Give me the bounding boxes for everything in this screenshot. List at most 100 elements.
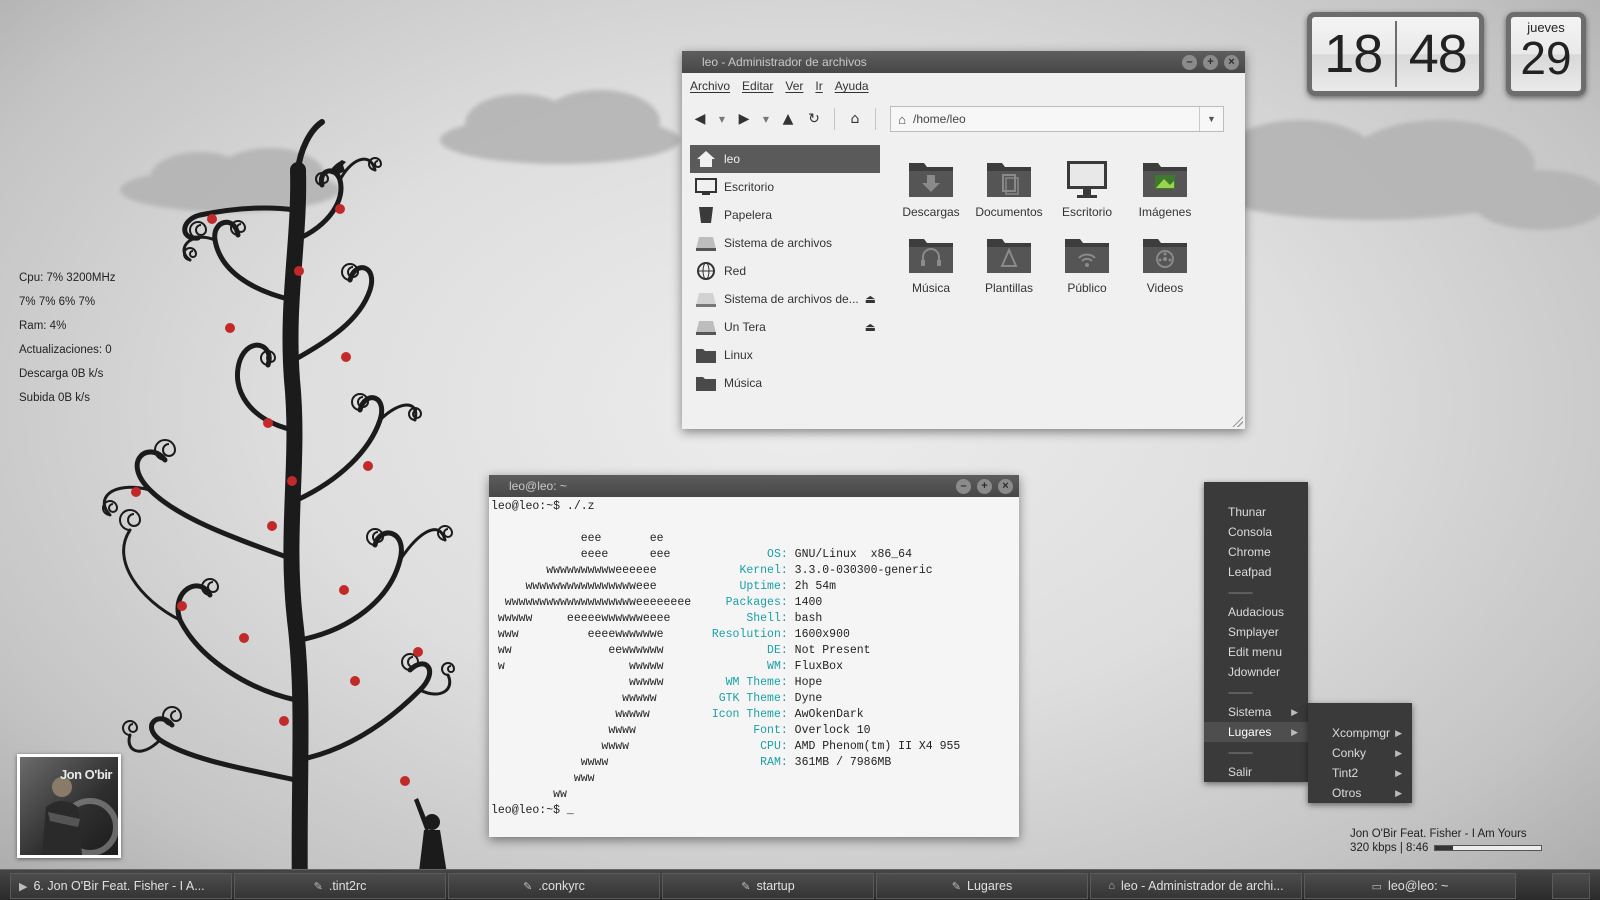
back-arrow-icon[interactable]: ◀ <box>690 109 710 129</box>
sidebar-item-label: Papelera <box>724 208 773 222</box>
terminal-titlebar[interactable]: leo@leo: ~ – + × <box>489 475 1019 497</box>
up-arrow-icon[interactable]: ▲ <box>778 109 798 129</box>
terminal-window: leo@leo: ~ – + × leo@leo:~$ ./.z eee ee … <box>489 475 1019 837</box>
ascii-art: eee ee <box>491 532 712 545</box>
now-playing-track: Jon O'Bir Feat. Fisher - I Am Yours <box>1350 828 1527 840</box>
taskbar-button[interactable]: ▭ leo@leo: ~ <box>1304 873 1516 899</box>
sysinfo-value: AwOkenDark <box>787 708 864 721</box>
folder-item-plantillas[interactable]: Plantillas <box>970 233 1048 295</box>
taskbar-button[interactable]: ✎ startup <box>662 873 874 899</box>
taskbar-button-label: .tint2rc <box>328 879 367 893</box>
sidebar-item-label: Escritorio <box>724 180 775 194</box>
folder-icon <box>694 346 718 364</box>
forward-history-chevron-icon[interactable]: ▼ <box>760 109 772 129</box>
menu-editar[interactable]: Editar <box>742 79 773 93</box>
menu-ver[interactable]: Ver <box>785 79 803 93</box>
sidebar-item-sistema-de-archivos[interactable]: Sistema de archivos <box>690 229 880 257</box>
folder-item-publico[interactable]: Público <box>1048 233 1126 295</box>
window-title: leo - Administrador de archivos <box>702 55 867 69</box>
terminal-line: wwwww GTK Theme: Dyne <box>491 692 822 705</box>
clock-hours: 18 <box>1324 24 1383 84</box>
submenu-item-xcompmgr[interactable]: Xcompmgr ▶ <box>1308 723 1412 743</box>
back-history-chevron-icon[interactable]: ▼ <box>716 109 728 129</box>
sidebar-item-papelera[interactable]: Papelera <box>690 201 880 229</box>
taskbar-button-label: startup <box>756 879 795 893</box>
menu-item-lugares[interactable]: Lugares ▶ <box>1204 722 1308 742</box>
sysinfo-key: CPU: <box>711 740 788 753</box>
eject-icon[interactable]: ⏏ <box>865 320 876 334</box>
minimize-button[interactable]: – <box>956 479 971 494</box>
taskbar-button[interactable]: ✎ Lugares <box>876 873 1088 899</box>
sysinfo-key: Icon Theme: <box>711 708 788 721</box>
clock-minutes: 48 <box>1408 24 1468 84</box>
eject-icon[interactable]: ⏏ <box>865 292 876 306</box>
folder-item-imagenes[interactable]: Imágenes <box>1126 157 1204 219</box>
menu-separator-line: -------- <box>1228 585 1253 599</box>
places-sidebar: leo Escritorio Papelera Sistema de archi… <box>690 145 880 397</box>
folder-item-documentos[interactable]: Documentos <box>970 157 1048 219</box>
submenu-item-conky[interactable]: Conky ▶ <box>1308 743 1412 763</box>
file-manager-titlebar[interactable]: leo - Administrador de archivos – + × <box>682 51 1245 73</box>
menu-item-consola[interactable]: Consola <box>1204 522 1308 542</box>
sysinfo-key: Shell: <box>711 612 788 625</box>
conky-cpu: Cpu: 7% 3200MHz <box>19 272 116 284</box>
menu-item-thunar[interactable]: Thunar <box>1204 502 1308 522</box>
menu-item-label: Tint2 <box>1332 766 1359 780</box>
menu-ir[interactable]: Ir <box>815 79 822 93</box>
sysinfo-value: Dyne <box>787 692 823 705</box>
pencil-icon: ✎ <box>523 880 533 893</box>
menu-item-salir[interactable]: Salir <box>1204 762 1308 782</box>
home-icon[interactable]: ⌂ <box>845 109 865 129</box>
sidebar-item-red[interactable]: Red <box>690 257 880 285</box>
location-dropdown-icon[interactable]: ▼ <box>1199 107 1223 131</box>
menu-item-sistema[interactable]: Sistema ▶ <box>1204 702 1308 722</box>
resize-grip[interactable] <box>1231 415 1243 427</box>
taskbar-button[interactable]: ▶ 6. Jon O'Bir Feat. Fisher - I A... <box>10 873 232 899</box>
menu-ayuda[interactable]: Ayuda <box>835 79 869 93</box>
sidebar-item-leo[interactable]: leo <box>690 145 880 173</box>
menu-item-leafpad[interactable]: Leafpad <box>1204 562 1308 582</box>
folder-item-videos[interactable]: Videos <box>1126 233 1204 295</box>
forward-arrow-icon[interactable]: ▶ <box>734 109 754 129</box>
ascii-art: wwww <box>491 740 712 753</box>
submenu-item-tint2[interactable]: Tint2 ▶ <box>1308 763 1412 783</box>
menu-item-jdownder[interactable]: Jdownder <box>1204 662 1308 682</box>
taskbar-button-label: 6. Jon O'Bir Feat. Fisher - I A... <box>33 879 205 893</box>
sysinfo-key: Packages: <box>711 596 788 609</box>
close-button[interactable]: × <box>1224 55 1239 70</box>
terminal-output[interactable]: leo@leo:~$ ./.z eee ee eeee eee OS: GNU/… <box>489 497 1019 821</box>
maximize-button[interactable]: + <box>977 479 992 494</box>
close-button[interactable]: × <box>998 479 1013 494</box>
menu-item-edit-menu[interactable]: Edit menu <box>1204 642 1308 662</box>
folder-item-descargas[interactable]: Descargas <box>892 157 970 219</box>
conky-upload: Subida 0B k/s <box>19 392 90 404</box>
folder-item-musica[interactable]: Música <box>892 233 970 295</box>
ascii-art: wwww <box>491 756 712 769</box>
sidebar-item-musica[interactable]: Música <box>690 369 880 397</box>
menu-separator-line: -------- <box>1228 745 1253 759</box>
location-bar[interactable]: ⌂ /home/leo ▼ <box>890 106 1224 132</box>
sysinfo-key: DE: <box>711 644 788 657</box>
taskbar-button[interactable]: ✎ .conkyrc <box>448 873 660 899</box>
taskbar-button[interactable]: ✎ .tint2rc <box>234 873 446 899</box>
maximize-button[interactable]: + <box>1203 55 1218 70</box>
taskbar-button[interactable]: ⌂ leo - Administrador de archi... <box>1090 873 1302 899</box>
menu-item-audacious[interactable]: Audacious <box>1204 602 1308 622</box>
menu-item-label: Smplayer <box>1228 625 1279 639</box>
sysinfo-value: 3.3.0-030300-generic <box>787 564 933 577</box>
sidebar-item-escritorio[interactable]: Escritorio <box>690 173 880 201</box>
menu-item-smplayer[interactable]: Smplayer <box>1204 622 1308 642</box>
submenu-arrow-icon: ▶ <box>1291 727 1298 737</box>
folder-item-escritorio[interactable]: Escritorio <box>1048 157 1126 219</box>
sidebar-item-sistema-de-archivos-de[interactable]: Sistema de archivos de... ⏏ <box>690 285 880 313</box>
sidebar-item-linux[interactable]: Linux <box>690 341 880 369</box>
reload-icon[interactable]: ↻ <box>804 109 824 129</box>
sidebar-item-un-tera[interactable]: Un Tera ⏏ <box>690 313 880 341</box>
minimize-button[interactable]: – <box>1182 55 1197 70</box>
system-tray[interactable] <box>1552 873 1590 899</box>
submenu-item-otros[interactable]: Otros ▶ <box>1308 783 1412 803</box>
terminal-line: eee ee <box>491 532 712 545</box>
menu-item-chrome[interactable]: Chrome <box>1204 542 1308 562</box>
menu-item-label: Conky <box>1332 746 1367 760</box>
menu-archivo[interactable]: Archivo <box>690 79 730 93</box>
